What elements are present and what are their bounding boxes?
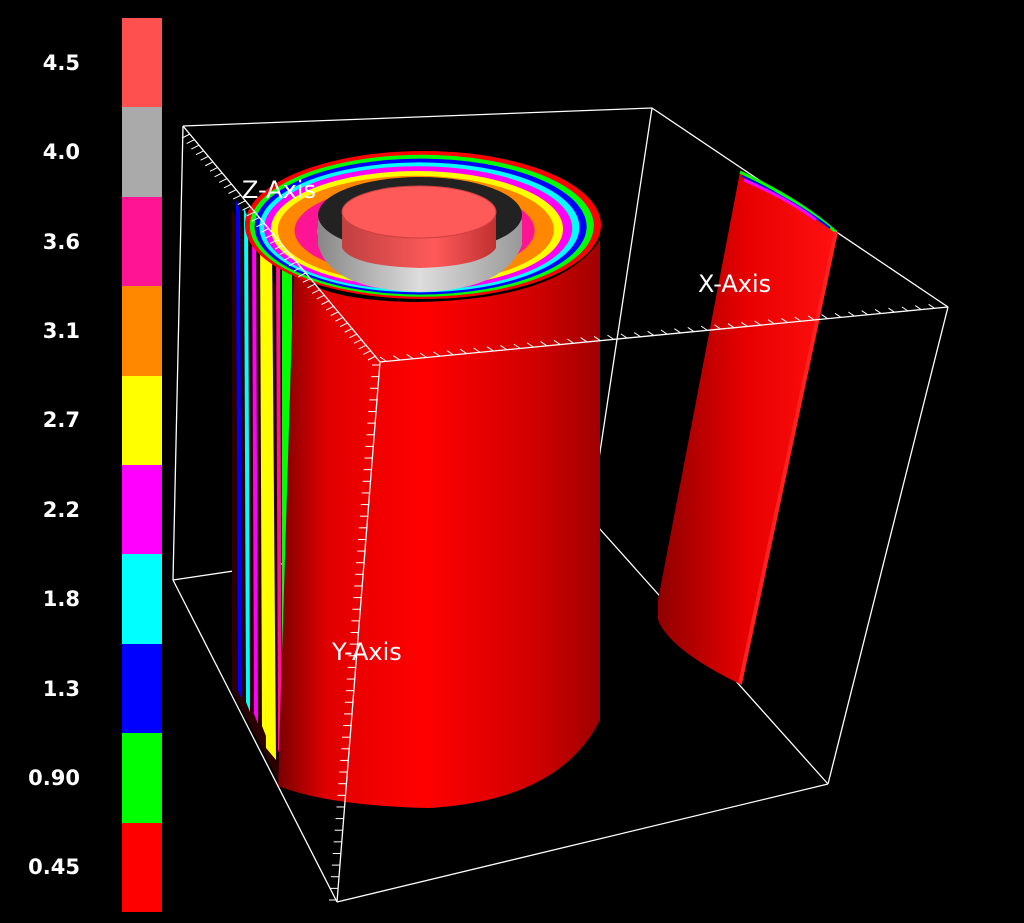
z-axis-tick: [218, 177, 228, 183]
x-axis-tick: [861, 310, 868, 316]
x-axis-tick: [620, 333, 628, 339]
x-axis-tick: [674, 328, 681, 334]
legend-swatch: [122, 733, 162, 824]
legend-label: 0.45: [28, 855, 80, 880]
z-axis-tick: [186, 139, 195, 144]
legend-swatch: [122, 18, 162, 108]
z-axis-tick: [232, 194, 242, 200]
legend-swatch: [122, 107, 162, 198]
legend-swatch: [122, 375, 162, 466]
legend-swatch: [122, 554, 162, 645]
x-axis-tick: [874, 309, 882, 314]
legend-label: 3.1: [42, 318, 80, 343]
x-axis-tick: [821, 314, 828, 319]
legend-label: 2.7: [42, 408, 80, 433]
x-axis-tick: [834, 312, 842, 318]
x-axis-tick: [660, 329, 668, 335]
z-axis-label: Z-Axis: [242, 176, 316, 204]
legend-label: 0.90: [28, 765, 80, 790]
cylinder-right-body: [658, 172, 836, 684]
z-axis-tick: [209, 166, 219, 172]
x-axis-tick: [687, 327, 695, 332]
x-axis-tick: [928, 303, 935, 309]
legend-label: 3.6: [42, 229, 80, 254]
z-axis-tick: [200, 155, 209, 161]
z-axis-tick: [191, 144, 200, 150]
z-axis-tick: [214, 172, 223, 178]
legend-swatch: [122, 196, 162, 287]
cylinder-group: [232, 151, 838, 808]
x-axis-tick: [700, 325, 708, 331]
x-axis-label: X-Axis: [698, 270, 772, 298]
x-axis-tick: [901, 306, 909, 312]
legend-swatch: [122, 822, 162, 913]
z-axis-tick: [228, 189, 237, 194]
z-axis-tick: [223, 183, 233, 189]
legend-swatch: [122, 465, 162, 555]
legend-label: 4.5: [42, 50, 80, 75]
x-axis-tick: [633, 332, 641, 337]
x-axis-tick: [914, 305, 922, 310]
z-axis-tick: [195, 150, 205, 156]
x-axis-tick: [647, 330, 654, 336]
x-axis-tick: [941, 302, 949, 308]
legend-swatch: [122, 286, 162, 377]
legend-label: 4.0: [42, 140, 80, 165]
x-axis-tick: [848, 311, 855, 317]
y-axis-label: Y-Axis: [332, 638, 402, 666]
x-axis-tick: [607, 334, 614, 340]
legend-label: 1.8: [42, 587, 80, 612]
legend-label: 2.2: [42, 497, 80, 522]
z-axis-tick: [205, 161, 214, 167]
legend-swatch: [122, 643, 162, 734]
x-axis-tick: [888, 307, 895, 313]
legend-label: 1.3: [42, 676, 80, 701]
cylinder-main-body: [278, 240, 600, 808]
